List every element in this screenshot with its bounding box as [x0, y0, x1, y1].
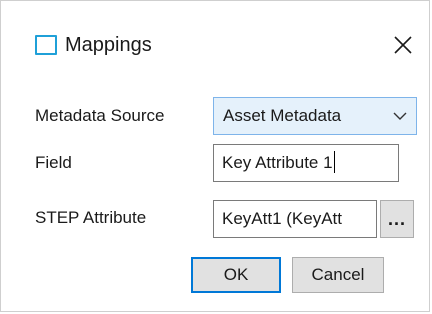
- window-icon: [35, 35, 57, 55]
- mappings-dialog: Mappings Metadata Source Asset Metadata …: [0, 0, 430, 312]
- field-input[interactable]: Key Attribute 1: [213, 144, 399, 182]
- metadata-source-label: Metadata Source: [35, 106, 165, 125]
- dialog-title: Mappings: [65, 34, 152, 56]
- title-bar: Mappings: [1, 1, 429, 87]
- metadata-source-value: Asset Metadata: [223, 106, 342, 125]
- chevron-down-icon: [392, 110, 410, 122]
- ok-button[interactable]: OK: [191, 257, 281, 293]
- step-attribute-input[interactable]: KeyAtt1 (KeyAtt: [213, 200, 377, 238]
- text-caret: [333, 151, 335, 174]
- step-attribute-label: STEP Attribute: [35, 208, 147, 227]
- metadata-source-select[interactable]: Asset Metadata: [213, 97, 417, 135]
- field-input-value: Key Attribute 1: [222, 153, 333, 172]
- field-label: Field: [35, 153, 72, 172]
- close-icon: [394, 36, 412, 54]
- step-attribute-value: KeyAtt1 (KeyAtt: [222, 209, 342, 228]
- cancel-button[interactable]: Cancel: [292, 257, 384, 293]
- close-button[interactable]: [387, 29, 419, 61]
- browse-button[interactable]: ...: [380, 200, 414, 238]
